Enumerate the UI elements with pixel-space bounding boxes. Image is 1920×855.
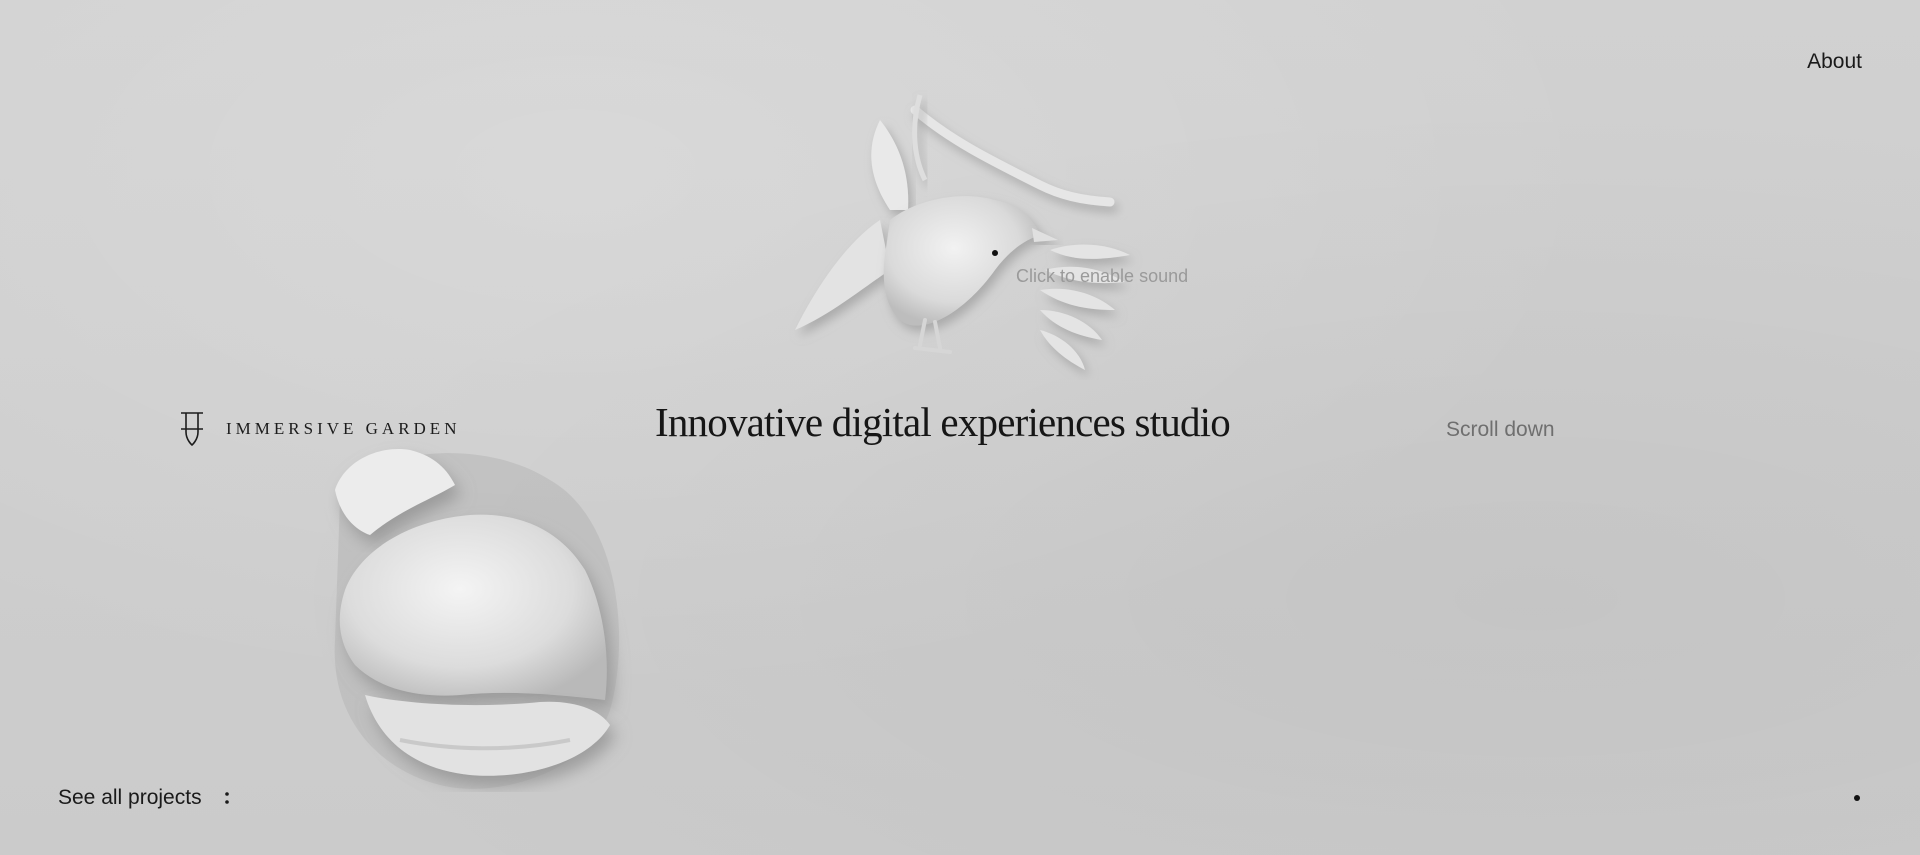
ig-monogram-icon bbox=[181, 412, 203, 447]
see-all-projects-label: See all projects bbox=[58, 786, 202, 809]
scroll-down-link[interactable]: Scroll down bbox=[1446, 418, 1555, 442]
cursor-dot-icon bbox=[992, 250, 998, 256]
see-all-projects-button[interactable]: See all projects bbox=[58, 786, 230, 810]
bird-relief-image bbox=[795, 94, 1130, 370]
hero-headline: Innovative digital experiences studio bbox=[655, 399, 1231, 445]
enable-sound-button[interactable]: Click to enable sound bbox=[1016, 266, 1188, 287]
brand-logo[interactable]: IMMERSIVE GARDEN bbox=[178, 410, 460, 448]
vertical-dots-icon bbox=[224, 792, 229, 804]
fabric-relief-image bbox=[334, 449, 620, 789]
brand-name: IMMERSIVE GARDEN bbox=[226, 419, 461, 438]
about-link[interactable]: About bbox=[1807, 50, 1862, 74]
dot-icon bbox=[1854, 795, 1860, 801]
